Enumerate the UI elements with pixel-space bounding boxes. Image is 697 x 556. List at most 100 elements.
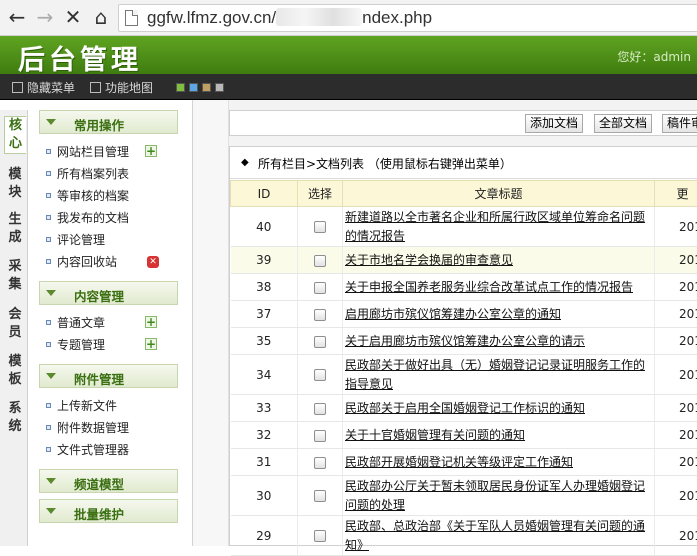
article-title-link[interactable]: 民政部办公厅关于暂未领取居民身份证军人办理婚姻登记问题的处理 bbox=[345, 479, 645, 512]
bullet-icon bbox=[46, 149, 51, 154]
top-menubar: 隐藏菜单 功能地图 bbox=[0, 74, 697, 100]
hide-menu-button[interactable]: 隐藏菜单 bbox=[12, 79, 75, 96]
article-title-link[interactable]: 新建道路以全市著名企业和所属行政区域单位筹命名问题的情况报告 bbox=[345, 210, 645, 243]
tab-member[interactable]: 会员 bbox=[4, 306, 26, 342]
row-checkbox[interactable] bbox=[314, 255, 326, 267]
stop-icon[interactable]: ✕ bbox=[62, 6, 84, 28]
row-checkbox[interactable] bbox=[314, 457, 326, 469]
cell-id: 39 bbox=[231, 247, 298, 274]
add-document-button[interactable]: 添加文档 bbox=[525, 114, 583, 133]
table-row[interactable]: 31民政部开展婚姻登记机关等级评定工作通知201 bbox=[231, 449, 697, 476]
group-attachment-manage[interactable]: 附件管理 bbox=[39, 364, 178, 388]
table-row[interactable]: 30民政部办公厅关于暂未领取居民身份证军人办理婚姻登记问题的处理201 bbox=[231, 476, 697, 516]
logo: 后台管理 bbox=[18, 38, 142, 77]
table-row[interactable]: 35关于启用廊坊市殡仪馆筹建办公室公章的请示201 bbox=[231, 328, 697, 355]
list-icon bbox=[12, 82, 23, 93]
menu-item-pending-review[interactable]: 等审核的档案 bbox=[46, 186, 129, 206]
menu-item-channel-manage[interactable]: 网站栏目管理 bbox=[46, 142, 129, 162]
cell-select bbox=[298, 328, 343, 355]
article-title-link[interactable]: 民政部开展婚姻登记机关等级评定工作通知 bbox=[345, 455, 573, 469]
table-row[interactable]: 37启用廊坊市殡仪馆筹建办公室公章的通知201 bbox=[231, 301, 697, 328]
tab-template[interactable]: 模板 bbox=[4, 353, 26, 389]
add-icon[interactable]: + bbox=[145, 338, 157, 350]
theme-swatch-green[interactable] bbox=[176, 83, 185, 92]
article-title-link[interactable]: 关于市地名学会换届的审查意见 bbox=[345, 253, 513, 267]
cell-select bbox=[298, 207, 343, 247]
row-checkbox[interactable] bbox=[314, 221, 326, 233]
cell-title: 民政部关于启用全国婚姻登记工作标识的通知 bbox=[343, 395, 655, 422]
bullet-icon bbox=[46, 342, 51, 347]
row-checkbox[interactable] bbox=[314, 282, 326, 294]
group-channel-model[interactable]: 频道模型 bbox=[39, 469, 178, 493]
cell-title: 关于十官婚姻管理有关问题的通知 bbox=[343, 422, 655, 449]
bullet-icon bbox=[46, 259, 51, 264]
table-row[interactable]: 29民政部、总政治部《关于军队人员婚姻管理有关问题的通知》201 bbox=[231, 516, 697, 556]
add-icon[interactable]: + bbox=[145, 145, 157, 157]
collapse-arrow-icon bbox=[46, 290, 56, 296]
group-content-manage[interactable]: 内容管理 bbox=[39, 281, 178, 305]
cell-select bbox=[298, 395, 343, 422]
row-checkbox[interactable] bbox=[314, 490, 326, 502]
theme-swatch-gray[interactable] bbox=[215, 83, 224, 92]
tab-module[interactable]: 模块 bbox=[4, 166, 26, 202]
function-map-button[interactable]: 功能地图 bbox=[90, 79, 153, 96]
forward-icon[interactable]: → bbox=[34, 6, 56, 28]
row-checkbox[interactable] bbox=[314, 309, 326, 321]
home-icon[interactable]: ⌂ bbox=[90, 6, 112, 28]
menu-item-file-manager[interactable]: 文件式管理器 bbox=[46, 440, 129, 460]
row-checkbox[interactable] bbox=[314, 336, 326, 348]
table-row[interactable]: 34民政部关于做好出具（无）婚姻登记记录证明服务工作的指导意见201 bbox=[231, 355, 697, 395]
cell-id: 38 bbox=[231, 274, 298, 301]
menu-item-all-archives[interactable]: 所有档案列表 bbox=[46, 164, 129, 184]
cell-title: 关于启用廊坊市殡仪馆筹建办公室公章的请示 bbox=[343, 328, 655, 355]
menu-item-attachment-data[interactable]: 附件数据管理 bbox=[46, 418, 129, 438]
url-suffix: ndex.php bbox=[362, 8, 432, 27]
table-row[interactable]: 39关于市地名学会换届的审查意见201 bbox=[231, 247, 697, 274]
tab-generate[interactable]: 生成 bbox=[4, 211, 26, 247]
article-title-link[interactable]: 启用廊坊市殡仪馆筹建办公室公章的通知 bbox=[345, 307, 561, 321]
bullet-icon bbox=[46, 193, 51, 198]
theme-swatch-brown[interactable] bbox=[202, 83, 211, 92]
article-title-link[interactable]: 关于十官婚姻管理有关问题的通知 bbox=[345, 428, 525, 442]
column-updated[interactable]: 更 bbox=[655, 181, 697, 207]
article-title-link[interactable]: 民政部关于做好出具（无）婚姻登记记录证明服务工作的指导意见 bbox=[345, 358, 645, 391]
menu-item-normal-article[interactable]: 普通文章 bbox=[46, 313, 105, 333]
row-checkbox[interactable] bbox=[314, 369, 326, 381]
menu-splitter[interactable] bbox=[193, 100, 229, 546]
address-bar[interactable]: ggfw.lfmz.gov.cn/ndex.php bbox=[118, 4, 697, 32]
article-title-link[interactable]: 关于申报全国养老服务业综合改革试点工作的情况报告 bbox=[345, 280, 633, 294]
article-title-link[interactable]: 民政部关于启用全国婚姻登记工作标识的通知 bbox=[345, 401, 585, 415]
all-documents-button[interactable]: 全部文档 bbox=[594, 114, 652, 133]
tab-system[interactable]: 系统 bbox=[4, 400, 26, 436]
draft-review-button[interactable]: 稿件审 bbox=[662, 114, 697, 133]
tab-collect[interactable]: 采集 bbox=[4, 258, 26, 294]
row-checkbox[interactable] bbox=[314, 430, 326, 442]
table-row[interactable]: 32关于十官婚姻管理有关问题的通知201 bbox=[231, 422, 697, 449]
menu-item-comments[interactable]: 评论管理 bbox=[46, 230, 105, 250]
menu-item-recycle-bin[interactable]: 内容回收站 bbox=[46, 252, 117, 272]
column-select[interactable]: 选择 bbox=[298, 181, 343, 207]
group-common-ops[interactable]: 常用操作 bbox=[39, 110, 178, 134]
cell-id: 40 bbox=[231, 207, 298, 247]
group-batch-maintenance[interactable]: 批量维护 bbox=[39, 499, 178, 523]
theme-swatch-blue[interactable] bbox=[189, 83, 198, 92]
table-row[interactable]: 38关于申报全国养老服务业综合改革试点工作的情况报告201 bbox=[231, 274, 697, 301]
cell-updated: 201 bbox=[655, 355, 697, 395]
table-row[interactable]: 33民政部关于启用全国婚姻登记工作标识的通知201 bbox=[231, 395, 697, 422]
clear-icon[interactable]: ✕ bbox=[147, 256, 159, 268]
back-icon[interactable]: ← bbox=[6, 6, 28, 28]
row-checkbox[interactable] bbox=[314, 403, 326, 415]
add-icon[interactable]: + bbox=[145, 316, 157, 328]
cell-updated: 201 bbox=[655, 476, 697, 516]
cell-id: 37 bbox=[231, 301, 298, 328]
row-checkbox[interactable] bbox=[314, 530, 326, 542]
menu-item-upload-file[interactable]: 上传新文件 bbox=[46, 396, 117, 416]
article-title-link[interactable]: 民政部、总政治部《关于军队人员婚姻管理有关问题的通知》 bbox=[345, 519, 645, 552]
column-id[interactable]: ID bbox=[231, 181, 298, 207]
menu-item-topic-manage[interactable]: 专题管理 bbox=[46, 335, 105, 355]
column-title[interactable]: 文章标题 bbox=[343, 181, 655, 207]
article-title-link[interactable]: 关于启用廊坊市殡仪馆筹建办公室公章的请示 bbox=[345, 334, 585, 348]
menu-item-my-docs[interactable]: 我发布的文档 bbox=[46, 208, 129, 228]
tab-core[interactable]: 核心 bbox=[4, 116, 26, 154]
table-row[interactable]: 40新建道路以全市著名企业和所属行政区域单位筹命名问题的情况报告201 bbox=[231, 207, 697, 247]
